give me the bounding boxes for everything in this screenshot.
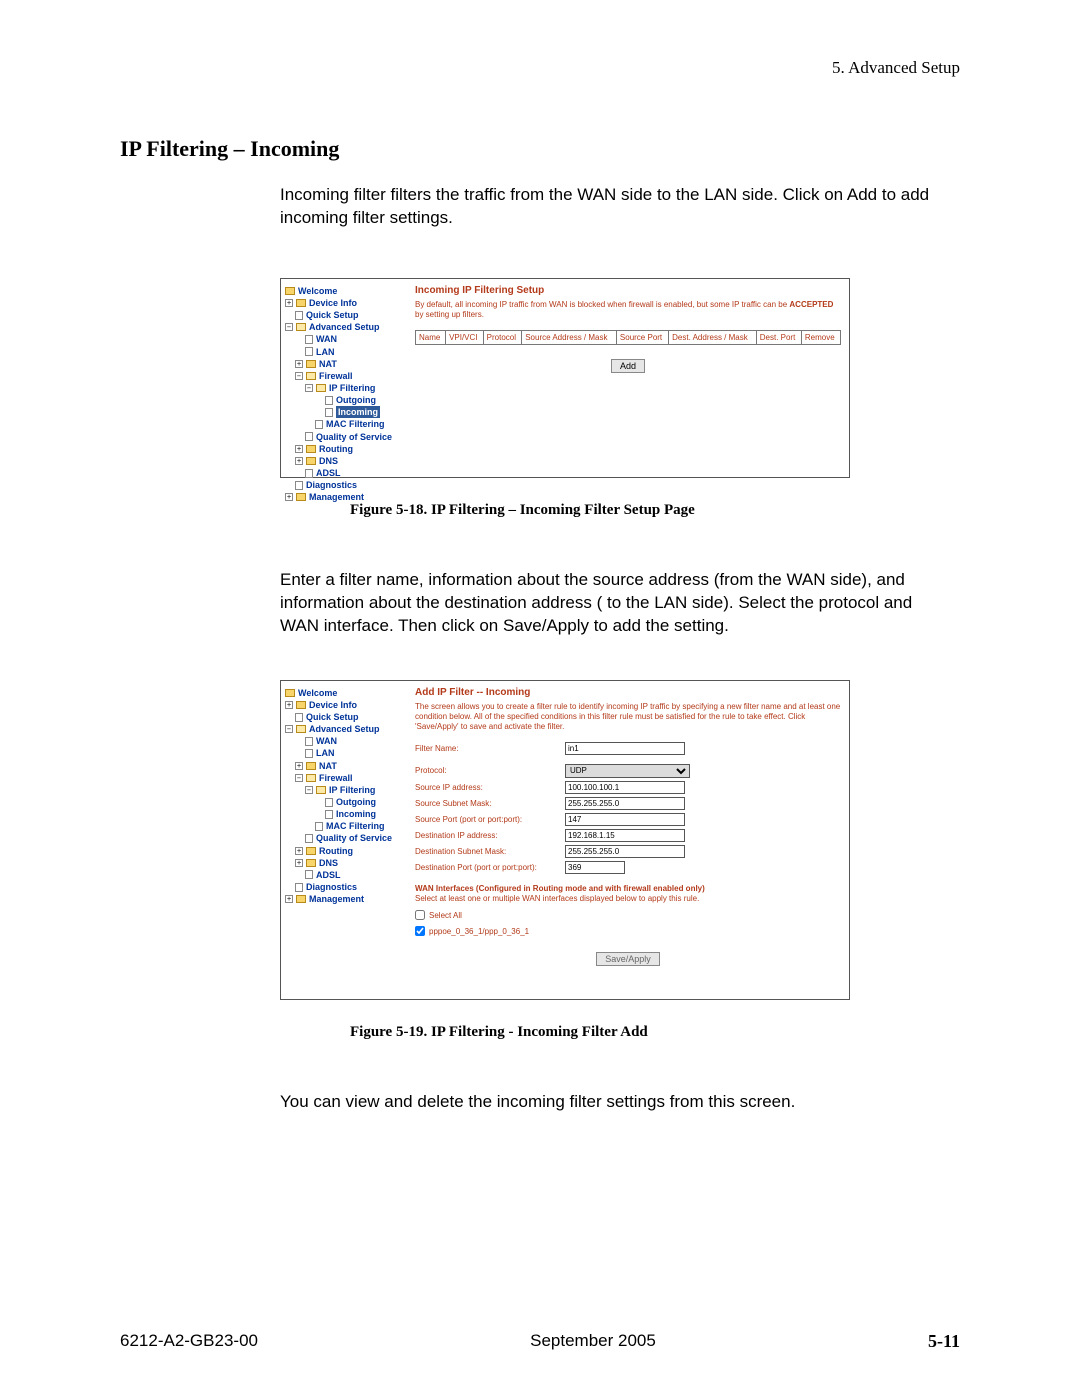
figure-5-18-caption: Figure 5-18. IP Filtering – Incoming Fil…: [350, 502, 960, 519]
content-pane-add: Add IP Filter -- Incoming The screen all…: [407, 681, 849, 999]
chapter-header: 5. Advanced Setup: [120, 58, 960, 78]
content-pane-setup: Incoming IP Filtering Setup By default, …: [407, 279, 849, 477]
nav2-advanced-setup[interactable]: Advanced Setup: [309, 723, 380, 735]
input-filter-name[interactable]: [565, 742, 685, 755]
col-name: Name: [416, 330, 446, 344]
input-src-ip[interactable]: [565, 781, 685, 794]
nav2-quick-setup[interactable]: Quick Setup: [306, 711, 359, 723]
nav2-incoming[interactable]: Incoming: [336, 808, 376, 820]
nav-routing[interactable]: Routing: [319, 443, 353, 455]
nav-diagnostics[interactable]: Diagnostics: [306, 479, 357, 491]
nav2-dns[interactable]: DNS: [319, 857, 338, 869]
input-src-port[interactable]: [565, 813, 685, 826]
nav-mac-filtering[interactable]: MAC Filtering: [326, 418, 385, 430]
nav2-device-info[interactable]: Device Info: [309, 699, 357, 711]
lbl-interface-1: pppoe_0_36_1/ppp_0_36_1: [429, 927, 529, 936]
footer-page-number: 5-11: [928, 1331, 960, 1352]
add-button[interactable]: Add: [611, 359, 645, 373]
nav2-diagnostics[interactable]: Diagnostics: [306, 881, 357, 893]
lbl-src-port: Source Port (port or port:port):: [415, 815, 565, 824]
nav-wan[interactable]: WAN: [316, 333, 337, 345]
lbl-dst-mask: Destination Subnet Mask:: [415, 847, 565, 856]
chk-select-all[interactable]: [415, 910, 425, 920]
nav-advanced-setup[interactable]: Advanced Setup: [309, 321, 380, 333]
input-src-mask[interactable]: [565, 797, 685, 810]
nav2-firewall[interactable]: Firewall: [319, 772, 353, 784]
nav-welcome[interactable]: Welcome: [298, 285, 337, 297]
nav2-lan[interactable]: LAN: [316, 747, 335, 759]
nav2-management[interactable]: Management: [309, 893, 364, 905]
col-protocol: Protocol: [483, 330, 522, 344]
chk-interface-1[interactable]: [415, 926, 425, 936]
intro-paragraph-3: You can view and delete the incoming fil…: [280, 1091, 950, 1114]
add-title: Add IP Filter -- Incoming: [415, 687, 841, 698]
col-dst-port: Dest. Port: [756, 330, 801, 344]
nav-outgoing[interactable]: Outgoing: [336, 394, 376, 406]
lbl-select-all: Select All: [429, 911, 462, 920]
nav2-nat[interactable]: NAT: [319, 760, 337, 772]
nav2-mac-filtering[interactable]: MAC Filtering: [326, 820, 385, 832]
nav2-routing[interactable]: Routing: [319, 845, 353, 857]
filters-table: Name VPI/VCI Protocol Source Address / M…: [415, 330, 841, 345]
nav-firewall[interactable]: Firewall: [319, 370, 353, 382]
save-apply-button[interactable]: Save/Apply: [596, 952, 660, 966]
nav2-wan[interactable]: WAN: [316, 735, 337, 747]
page-footer: 6212-A2-GB23-00 September 2005 5-11: [120, 1331, 960, 1352]
figure-5-18: Welcome +Device Info Quick Setup –Advanc…: [280, 278, 960, 478]
add-desc: The screen allows you to create a filter…: [415, 702, 841, 732]
wan-title: WAN Interfaces (Configured in Routing mo…: [415, 884, 841, 894]
nav2-qos[interactable]: Quality of Service: [316, 832, 392, 844]
footer-date: September 2005: [530, 1331, 656, 1352]
lbl-src-mask: Source Subnet Mask:: [415, 799, 565, 808]
nav-tree: Welcome +Device Info Quick Setup –Advanc…: [281, 279, 407, 477]
setup-desc: By default, all incoming IP traffic from…: [415, 300, 841, 320]
col-dst-addr: Dest. Address / Mask: [669, 330, 757, 344]
col-remove: Remove: [801, 330, 840, 344]
figure-5-19-caption: Figure 5-19. IP Filtering - Incoming Fil…: [350, 1024, 960, 1041]
input-dst-mask[interactable]: [565, 845, 685, 858]
footer-doc-id: 6212-A2-GB23-00: [120, 1331, 258, 1352]
nav2-adsl[interactable]: ADSL: [316, 869, 341, 881]
nav-lan[interactable]: LAN: [316, 346, 335, 358]
figure-5-19: Welcome +Device Info Quick Setup –Advanc…: [280, 680, 960, 1000]
nav-adsl[interactable]: ADSL: [316, 467, 341, 479]
nav-device-info[interactable]: Device Info: [309, 297, 357, 309]
lbl-filter-name: Filter Name:: [415, 744, 565, 753]
nav-tree-2: Welcome +Device Info Quick Setup –Advanc…: [281, 681, 407, 999]
section-title: IP Filtering – Incoming: [120, 136, 960, 162]
input-dst-port[interactable]: [565, 861, 625, 874]
nav-ip-filtering[interactable]: IP Filtering: [329, 382, 375, 394]
nav2-welcome[interactable]: Welcome: [298, 687, 337, 699]
nav-qos[interactable]: Quality of Service: [316, 431, 392, 443]
nav-quick-setup[interactable]: Quick Setup: [306, 309, 359, 321]
lbl-src-ip: Source IP address:: [415, 783, 565, 792]
nav-dns[interactable]: DNS: [319, 455, 338, 467]
nav2-ip-filtering[interactable]: IP Filtering: [329, 784, 375, 796]
input-dst-ip[interactable]: [565, 829, 685, 842]
col-vpivci: VPI/VCI: [446, 330, 484, 344]
lbl-dst-ip: Destination IP address:: [415, 831, 565, 840]
intro-paragraph-1: Incoming filter filters the traffic from…: [280, 184, 950, 230]
nav2-outgoing[interactable]: Outgoing: [336, 796, 376, 808]
lbl-dst-port: Destination Port (port or port:port):: [415, 863, 565, 872]
nav-nat[interactable]: NAT: [319, 358, 337, 370]
wan-instr: Select at least one or multiple WAN inte…: [415, 894, 841, 904]
select-protocol[interactable]: UDP: [565, 764, 690, 778]
intro-paragraph-2: Enter a filter name, information about t…: [280, 569, 950, 638]
col-src-port: Source Port: [616, 330, 668, 344]
lbl-protocol: Protocol:: [415, 766, 565, 775]
col-src-addr: Source Address / Mask: [522, 330, 617, 344]
nav-incoming[interactable]: Incoming: [336, 406, 380, 418]
setup-title: Incoming IP Filtering Setup: [415, 285, 841, 296]
